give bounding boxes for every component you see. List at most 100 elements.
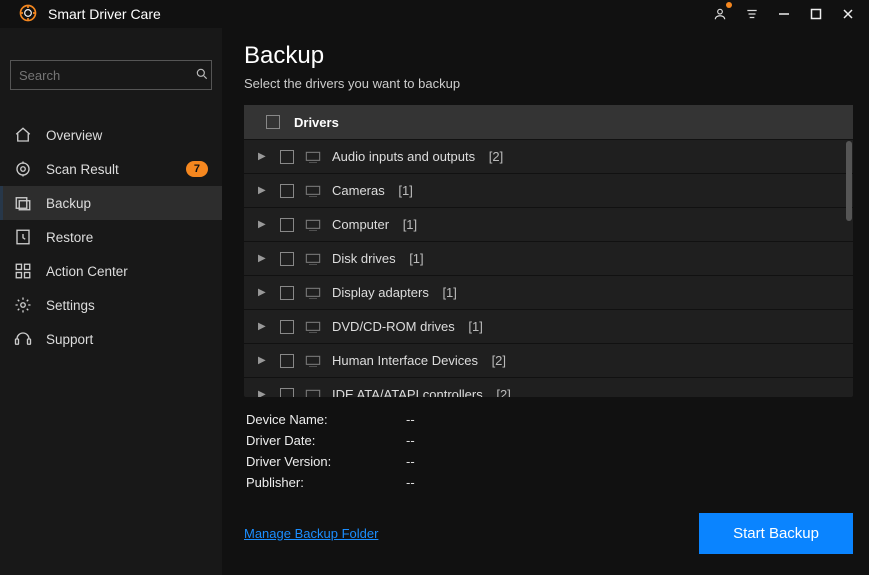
category-name: Disk drives bbox=[332, 251, 396, 266]
device-category-icon bbox=[304, 184, 322, 198]
scrollbar-thumb[interactable] bbox=[846, 141, 852, 221]
category-checkbox[interactable] bbox=[280, 150, 294, 164]
category-name: Display adapters bbox=[332, 285, 429, 300]
sidebar-item-restore[interactable]: Restore bbox=[0, 220, 222, 254]
device-category-icon bbox=[304, 286, 322, 300]
category-count: [1] bbox=[406, 251, 424, 266]
device-category-icon bbox=[304, 218, 322, 232]
device-category-icon bbox=[304, 320, 322, 334]
restore-icon bbox=[14, 228, 32, 246]
manage-backup-folder-link[interactable]: Manage Backup Folder bbox=[244, 526, 378, 541]
page-title: Backup bbox=[244, 42, 853, 70]
category-checkbox[interactable] bbox=[280, 218, 294, 232]
category-count: [2] bbox=[485, 149, 503, 164]
detail-row: Driver Date:-- bbox=[246, 430, 851, 451]
driver-category-row[interactable]: ▶ Display adapters [1] bbox=[244, 275, 853, 309]
drivers-table: Drivers ▶ Audio inputs and outputs [2] ▶ Ca… bbox=[244, 105, 853, 397]
category-checkbox[interactable] bbox=[280, 184, 294, 198]
category-name: IDE ATA/ATAPI controllers bbox=[332, 387, 483, 397]
category-name: Cameras bbox=[332, 183, 385, 198]
search-input[interactable] bbox=[19, 68, 195, 83]
expand-icon[interactable]: ▶ bbox=[258, 185, 270, 196]
select-all-checkbox[interactable] bbox=[266, 115, 280, 129]
footer: Manage Backup Folder Start Backup bbox=[244, 513, 853, 554]
content: Backup Select the drivers you want to ba… bbox=[222, 28, 869, 575]
category-checkbox[interactable] bbox=[280, 354, 294, 368]
driver-category-row[interactable]: ▶ Audio inputs and outputs [2] bbox=[244, 139, 853, 173]
category-checkbox[interactable] bbox=[280, 286, 294, 300]
sidebar-item-label: Backup bbox=[46, 196, 91, 211]
detail-value: -- bbox=[406, 433, 415, 448]
page-subtitle: Select the drivers you want to backup bbox=[244, 76, 853, 91]
window-controls bbox=[711, 5, 861, 23]
maximize-button[interactable] bbox=[807, 5, 825, 23]
expand-icon[interactable]: ▶ bbox=[258, 389, 270, 397]
account-icon[interactable] bbox=[711, 5, 729, 23]
sidebar-item-label: Support bbox=[46, 332, 93, 347]
app-title: Smart Driver Care bbox=[48, 6, 161, 22]
driver-category-row[interactable]: ▶IDE ATA/ATAPI controllers [2] bbox=[244, 377, 853, 397]
action-center-icon bbox=[14, 262, 32, 280]
sidebar: OverviewScan Result7 Backup Restore Action … bbox=[0, 28, 222, 575]
details-panel: Device Name:--Driver Date:--Driver Versi… bbox=[244, 407, 853, 497]
driver-category-row[interactable]: ▶ Human Interface Devices [2] bbox=[244, 343, 853, 377]
nav-list: OverviewScan Result7 Backup Restore Action … bbox=[0, 118, 222, 356]
detail-row: Driver Version:-- bbox=[246, 451, 851, 472]
category-count: [1] bbox=[465, 319, 483, 334]
sidebar-item-scan-result[interactable]: Scan Result7 bbox=[0, 152, 222, 186]
category-name: Audio inputs and outputs bbox=[332, 149, 475, 164]
expand-icon[interactable]: ▶ bbox=[258, 219, 270, 230]
titlebar: Smart Driver Care bbox=[0, 0, 869, 28]
detail-label: Publisher: bbox=[246, 475, 406, 490]
start-backup-button[interactable]: Start Backup bbox=[699, 513, 853, 554]
overview-icon bbox=[14, 126, 32, 144]
driver-category-row[interactable]: ▶ Cameras [1] bbox=[244, 173, 853, 207]
sidebar-item-label: Restore bbox=[46, 230, 93, 245]
category-checkbox[interactable] bbox=[280, 388, 294, 398]
driver-category-row[interactable]: ▶ Disk drives [1] bbox=[244, 241, 853, 275]
detail-value: -- bbox=[406, 412, 415, 427]
close-button[interactable] bbox=[839, 5, 857, 23]
sidebar-item-backup[interactable]: Backup bbox=[0, 186, 222, 220]
expand-icon[interactable]: ▶ bbox=[258, 151, 270, 162]
device-category-icon bbox=[304, 354, 322, 368]
drivers-table-body: ▶ Audio inputs and outputs [2] ▶ Cameras [1… bbox=[244, 139, 853, 397]
driver-category-row[interactable]: ▶ DVD/CD-ROM drives [1] bbox=[244, 309, 853, 343]
expand-icon[interactable]: ▶ bbox=[258, 287, 270, 298]
category-count: [1] bbox=[399, 217, 417, 232]
sidebar-item-label: Scan Result bbox=[46, 162, 119, 177]
category-count: [2] bbox=[488, 353, 506, 368]
device-category-icon bbox=[304, 388, 322, 398]
sidebar-item-settings[interactable]: Settings bbox=[0, 288, 222, 322]
detail-row: Device Name:-- bbox=[246, 409, 851, 430]
device-category-icon bbox=[304, 252, 322, 266]
driver-category-row[interactable]: ▶Computer [1] bbox=[244, 207, 853, 241]
search-box[interactable] bbox=[10, 60, 212, 90]
category-checkbox[interactable] bbox=[280, 320, 294, 334]
category-count: [1] bbox=[395, 183, 413, 198]
detail-label: Device Name: bbox=[246, 412, 406, 427]
menu-icon[interactable] bbox=[743, 5, 761, 23]
expand-icon[interactable]: ▶ bbox=[258, 253, 270, 264]
category-checkbox[interactable] bbox=[280, 252, 294, 266]
category-count: [1] bbox=[439, 285, 457, 300]
sidebar-item-support[interactable]: Support bbox=[0, 322, 222, 356]
support-icon bbox=[14, 330, 32, 348]
scrollbar[interactable] bbox=[846, 141, 852, 395]
sidebar-item-label: Settings bbox=[46, 298, 95, 313]
sidebar-item-action-center[interactable]: Action Center bbox=[0, 254, 222, 288]
expand-icon[interactable]: ▶ bbox=[258, 355, 270, 366]
category-name: Human Interface Devices bbox=[332, 353, 478, 368]
sidebar-item-overview[interactable]: Overview bbox=[0, 118, 222, 152]
app-title-area: Smart Driver Care bbox=[18, 3, 161, 26]
expand-icon[interactable]: ▶ bbox=[258, 321, 270, 332]
search-icon bbox=[195, 67, 209, 84]
device-category-icon bbox=[304, 150, 322, 164]
detail-label: Driver Date: bbox=[246, 433, 406, 448]
drivers-header-label: Drivers bbox=[294, 115, 339, 130]
drivers-table-header: Drivers bbox=[244, 105, 853, 139]
detail-value: -- bbox=[406, 475, 415, 490]
scan-result-icon bbox=[14, 160, 32, 178]
minimize-button[interactable] bbox=[775, 5, 793, 23]
category-name: DVD/CD-ROM drives bbox=[332, 319, 455, 334]
